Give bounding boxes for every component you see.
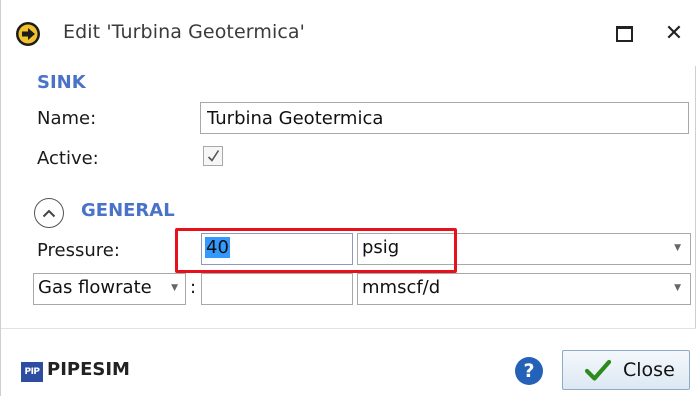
window-close-button[interactable]: ✕ xyxy=(655,16,693,52)
help-button[interactable]: ? xyxy=(515,357,543,385)
gas-flowrate-input[interactable] xyxy=(201,273,353,305)
flow-colon: : xyxy=(190,277,197,298)
dropdown-arrow-icon: ▼ xyxy=(674,243,681,253)
section-heading-general: GENERAL xyxy=(81,200,175,221)
title-bar[interactable]: Edit 'Turbina Geotermica' ✕ xyxy=(1,0,696,66)
edit-dialog: Edit 'Turbina Geotermica' ✕ SINK Name: A… xyxy=(0,0,696,396)
flow-type-select[interactable]: Gas flowrate ▼ xyxy=(33,273,186,305)
check-icon xyxy=(207,150,220,162)
help-icon: ? xyxy=(523,360,535,382)
maximize-icon xyxy=(615,26,633,42)
dialog-footer: PIP PIPESIM ? Close xyxy=(1,329,696,396)
flow-unit-select[interactable]: mmscf/d ▼ xyxy=(357,273,691,305)
flow-type-value: Gas flowrate xyxy=(38,277,152,298)
maximize-button[interactable] xyxy=(605,16,643,52)
close-icon: ✕ xyxy=(664,21,684,46)
general-collapse-button[interactable] xyxy=(34,198,64,228)
section-heading-sink: SINK xyxy=(37,72,86,93)
checkmark-icon xyxy=(585,359,611,381)
close-button[interactable]: Close xyxy=(562,350,690,390)
pressure-label: Pressure: xyxy=(37,240,120,261)
dropdown-arrow-icon: ▼ xyxy=(674,283,681,293)
close-button-label: Close xyxy=(623,359,675,381)
pressure-highlight-box xyxy=(175,228,457,273)
active-checkbox[interactable] xyxy=(203,146,223,166)
active-label: Active: xyxy=(37,148,99,169)
name-field[interactable] xyxy=(200,102,689,134)
chevron-up-icon xyxy=(42,209,56,217)
brand-name: PIPESIM xyxy=(47,359,130,380)
flow-unit-value: mmscf/d xyxy=(362,277,441,298)
window-title: Edit 'Turbina Geotermica' xyxy=(63,21,305,43)
pipesim-logo-icon: PIP xyxy=(21,362,43,382)
dropdown-arrow-icon: ▼ xyxy=(171,283,178,293)
app-icon xyxy=(16,22,40,46)
name-label: Name: xyxy=(37,108,97,129)
